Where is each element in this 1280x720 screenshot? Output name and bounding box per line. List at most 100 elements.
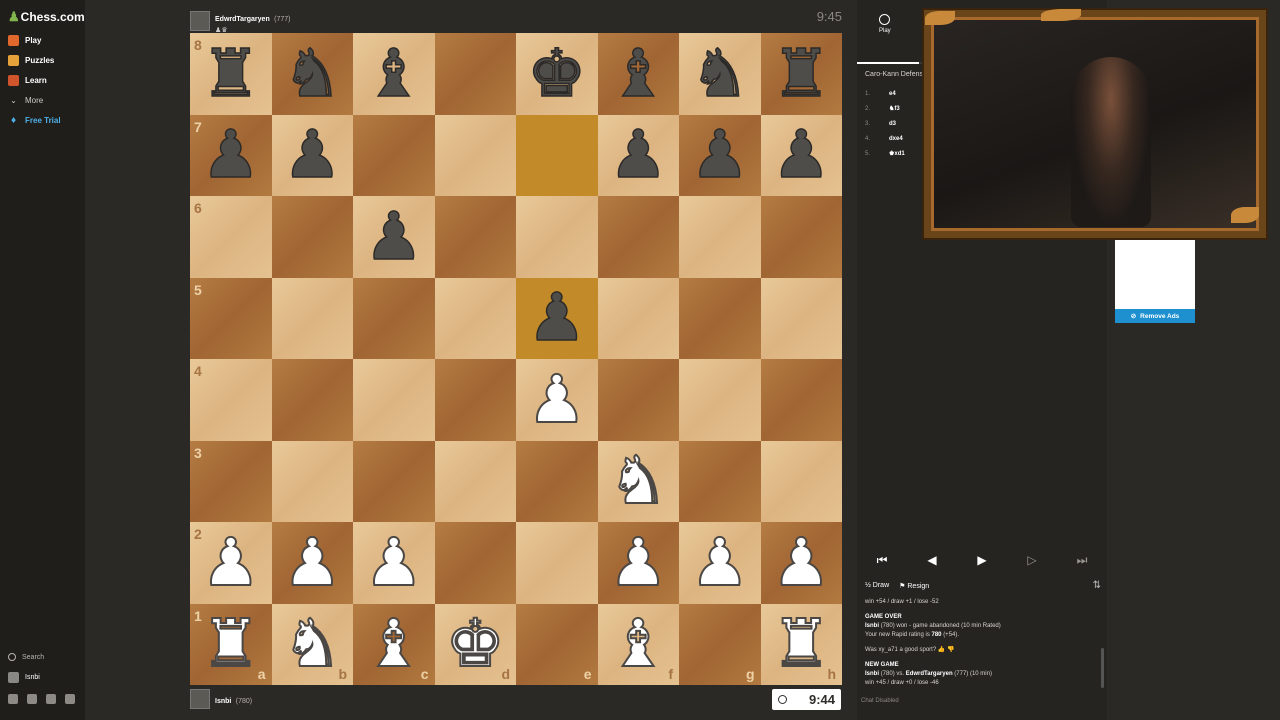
square-f4[interactable] [597, 359, 679, 441]
square-e5[interactable]: ♟ [516, 277, 598, 359]
bottom-player-name[interactable]: Isnbi [215, 698, 231, 705]
white-move[interactable]: d3 [889, 121, 896, 127]
square-d6[interactable] [434, 196, 516, 278]
winner-name[interactable]: Isnbi [865, 623, 879, 629]
sidebar-user[interactable]: Isnbi [8, 672, 40, 683]
sidebar-item-puzzles[interactable]: Puzzles [8, 52, 54, 68]
square-h5[interactable] [760, 277, 842, 359]
black-bishop-piece[interactable]: ♝ [608, 40, 669, 108]
white-pawn-piece[interactable]: ♟ [689, 528, 750, 596]
square-a7[interactable]: 7 ♟ [190, 114, 272, 196]
prev-move-button[interactable]: ◀ [914, 548, 950, 572]
square-g8[interactable]: ♞ [679, 33, 761, 115]
white-pawn-piece[interactable]: ♟ [526, 365, 587, 433]
square-h3[interactable] [760, 440, 842, 522]
black-knight-piece[interactable]: ♞ [282, 40, 343, 108]
play-moves-button[interactable]: ▶ [964, 548, 1000, 572]
square-f6[interactable] [597, 196, 679, 278]
white-move[interactable]: ♚xd1 [889, 150, 905, 157]
chess-com-logo[interactable]: ♟ Chess.com [8, 9, 85, 25]
square-f3[interactable]: ♞ [597, 440, 679, 522]
white-pawn-piece[interactable]: ♟ [200, 528, 261, 596]
sidebar-item-more[interactable]: ⌄ More [8, 92, 43, 108]
white-bishop-piece[interactable]: ♝ [608, 610, 669, 678]
avatar[interactable] [190, 11, 210, 31]
square-g5[interactable] [679, 277, 761, 359]
black-pawn-piece[interactable]: ♟ [771, 121, 832, 189]
sidebar-item-play[interactable]: Play [8, 32, 41, 48]
square-c4[interactable] [353, 359, 435, 441]
square-d2[interactable] [434, 522, 516, 604]
square-d8[interactable] [434, 33, 516, 115]
square-d4[interactable] [434, 359, 516, 441]
square-b3[interactable] [271, 440, 353, 522]
square-a6[interactable]: 6 [190, 196, 272, 278]
remove-ads-button[interactable]: ⊘ Remove Ads [1115, 309, 1195, 323]
square-f5[interactable] [597, 277, 679, 359]
square-b5[interactable] [271, 277, 353, 359]
log-scrollbar[interactable] [1101, 648, 1104, 688]
white-rook-piece[interactable]: ♜ [771, 610, 832, 678]
square-c8[interactable]: ♝ [353, 33, 435, 115]
square-g1[interactable]: g [679, 603, 761, 685]
square-h7[interactable]: ♟ [760, 114, 842, 196]
square-c1[interactable]: c ♝ [353, 603, 435, 685]
black-rook-piece[interactable]: ♜ [771, 40, 832, 108]
square-a4[interactable]: 4 [190, 359, 272, 441]
white-king-piece[interactable]: ♚ [445, 610, 506, 678]
square-a8[interactable]: 8 ♜ [190, 33, 272, 115]
square-g6[interactable] [679, 196, 761, 278]
black-pawn-piece[interactable]: ♟ [282, 121, 343, 189]
friends-icon[interactable] [8, 694, 18, 704]
black-rook-piece[interactable]: ♜ [200, 40, 261, 108]
notifications-icon[interactable] [46, 694, 56, 704]
thumbs-down-icon[interactable]: 👎 [947, 647, 954, 653]
last-move-button[interactable]: ⏭ [1064, 548, 1100, 572]
square-a3[interactable]: 3 [190, 440, 272, 522]
white-pawn-piece[interactable]: ♟ [771, 528, 832, 596]
black-king-piece[interactable]: ♚ [526, 40, 587, 108]
square-d1[interactable]: d ♚ [434, 603, 516, 685]
square-f7[interactable]: ♟ [597, 114, 679, 196]
square-b2[interactable]: ♟ [271, 522, 353, 604]
square-a2[interactable]: 2 ♟ [190, 522, 272, 604]
square-g4[interactable] [679, 359, 761, 441]
white-knight-piece[interactable]: ♞ [282, 610, 343, 678]
square-a1[interactable]: 1 a ♜ [190, 603, 272, 685]
square-e4[interactable]: ♟ [516, 359, 598, 441]
white-pawn-piece[interactable]: ♟ [282, 528, 343, 596]
white-move[interactable]: dxe4 [889, 136, 903, 142]
white-move[interactable]: ♞f3 [889, 105, 900, 112]
white-move[interactable]: e4 [889, 91, 896, 97]
square-c3[interactable] [353, 440, 435, 522]
resign-button[interactable]: ⚑ Resign [899, 582, 929, 590]
tab-play[interactable]: Play [879, 14, 891, 34]
new-game-player2[interactable]: EdwrdTargaryen [906, 671, 953, 677]
square-d7[interactable] [434, 114, 516, 196]
square-d5[interactable] [434, 277, 516, 359]
black-pawn-piece[interactable]: ♟ [689, 121, 750, 189]
ad-banner[interactable] [1115, 236, 1195, 309]
settings-icon[interactable] [65, 694, 75, 704]
square-h6[interactable] [760, 196, 842, 278]
square-g3[interactable] [679, 440, 761, 522]
square-f8[interactable]: ♝ [597, 33, 679, 115]
white-pawn-piece[interactable]: ♟ [608, 528, 669, 596]
square-a5[interactable]: 5 [190, 277, 272, 359]
square-e2[interactable] [516, 522, 598, 604]
square-f2[interactable]: ♟ [597, 522, 679, 604]
square-c2[interactable]: ♟ [353, 522, 435, 604]
square-c7[interactable] [353, 114, 435, 196]
black-pawn-piece[interactable]: ♟ [363, 203, 424, 271]
square-b4[interactable] [271, 359, 353, 441]
square-g7[interactable]: ♟ [679, 114, 761, 196]
sidebar-item-learn[interactable]: Learn [8, 72, 47, 88]
square-b6[interactable] [271, 196, 353, 278]
black-pawn-piece[interactable]: ♟ [608, 121, 669, 189]
draw-button[interactable]: ½ Draw [865, 582, 889, 589]
sidebar-item-free-trial[interactable]: ♦ Free Trial [8, 112, 61, 128]
top-player-name[interactable]: EdwrdTargaryen [215, 16, 270, 23]
square-c5[interactable] [353, 277, 435, 359]
square-e6[interactable] [516, 196, 598, 278]
square-b8[interactable]: ♞ [271, 33, 353, 115]
